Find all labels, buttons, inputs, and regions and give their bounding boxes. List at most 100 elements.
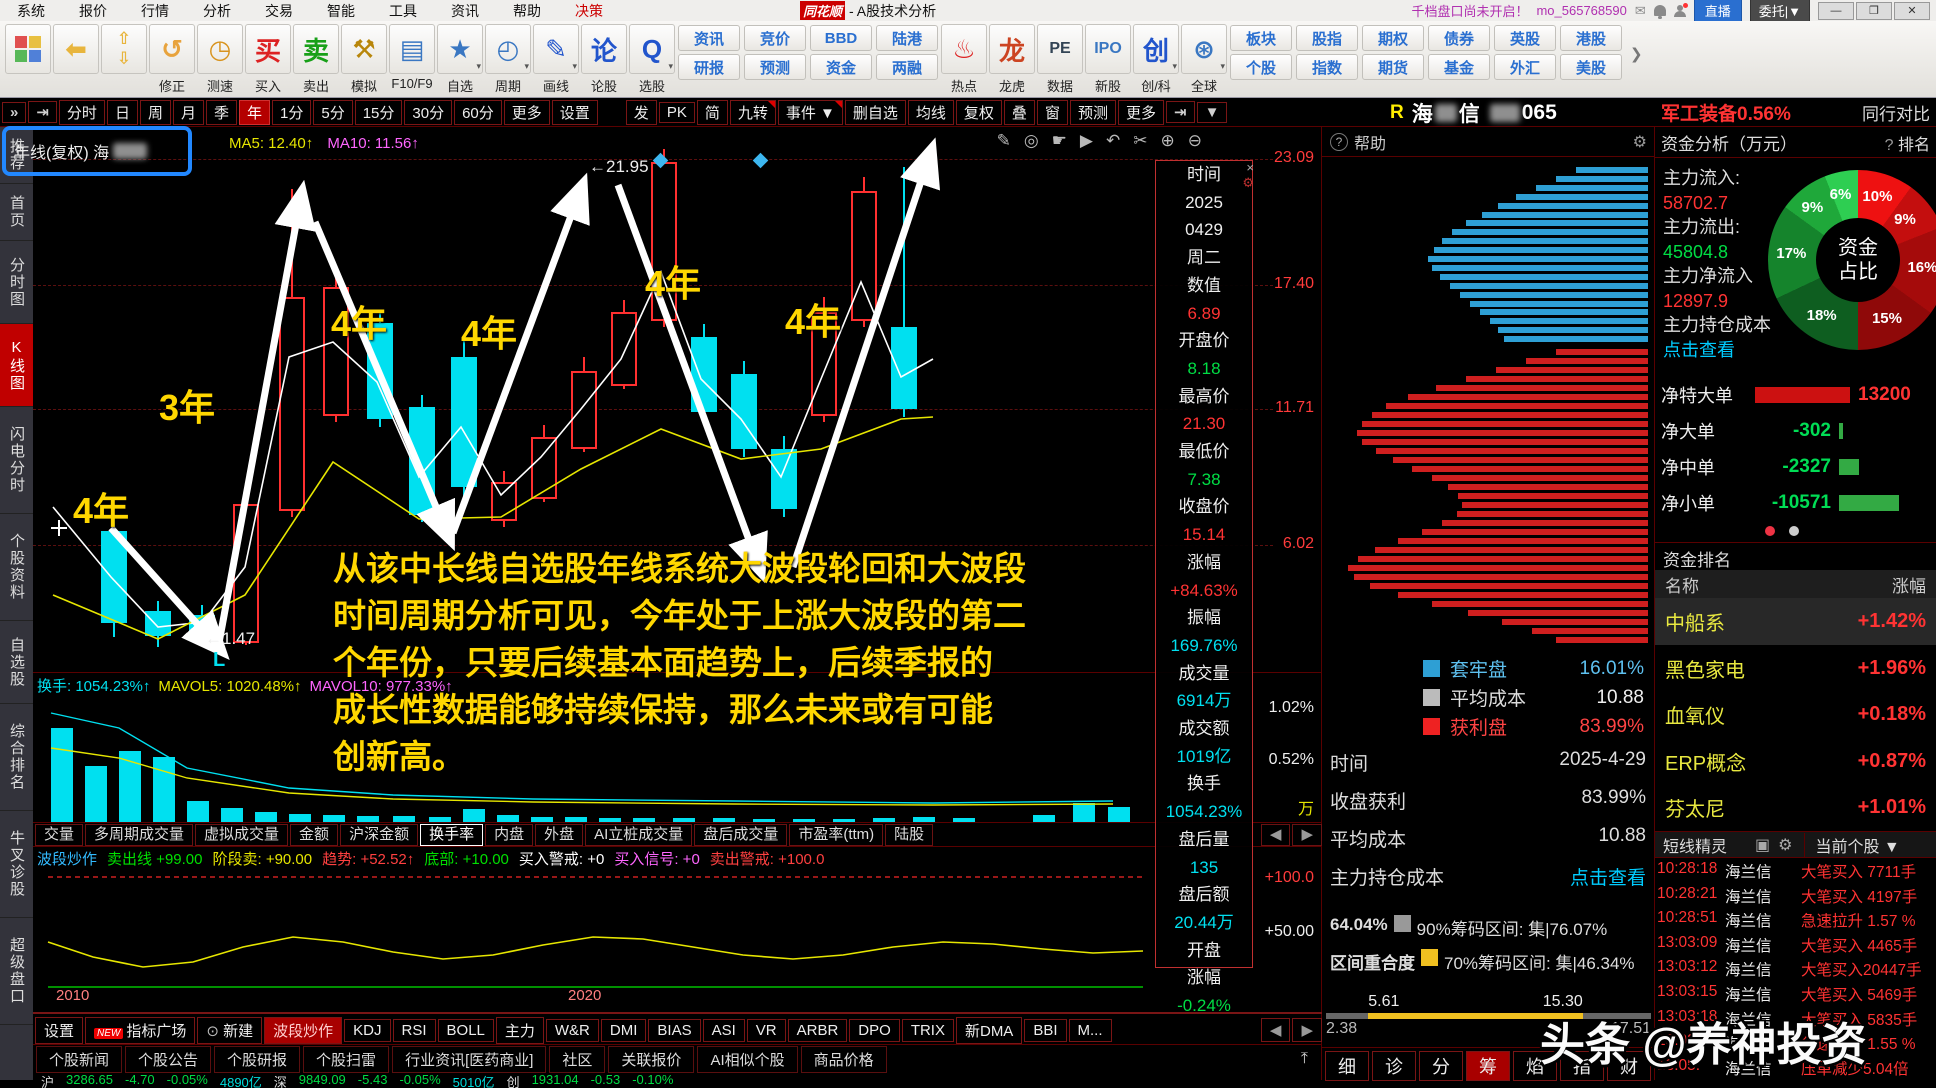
- sidebar-item-闪电分时[interactable]: 闪电分时: [0, 407, 33, 514]
- chart-option-PK[interactable]: PK: [659, 102, 695, 123]
- indicator-tab-BOLL[interactable]: BOLL: [438, 1019, 494, 1042]
- bottom-link-个股公告[interactable]: 个股公告: [125, 1046, 211, 1073]
- period-tab-1分[interactable]: 1分: [272, 100, 311, 125]
- help-label[interactable]: 帮助: [1354, 130, 1386, 154]
- menu-item-5[interactable]: 智能: [310, 1, 372, 21]
- scroll-right-icon[interactable]: ▶: [1292, 824, 1322, 846]
- indicator-tab-ASI[interactable]: ASI: [703, 1019, 745, 1042]
- bottom-link-个股扫雷[interactable]: 个股扫雷: [303, 1046, 389, 1073]
- period-tab-周[interactable]: 周: [140, 100, 171, 125]
- dragontiger-button[interactable]: 龙龙虎: [989, 24, 1035, 95]
- chart-option-均线[interactable]: 均线: [908, 100, 954, 125]
- collapse-icon[interactable]: »: [2, 102, 26, 123]
- period-tab-分时[interactable]: 分时: [59, 100, 105, 125]
- indicator-tab-BIAS[interactable]: BIAS: [648, 1019, 700, 1042]
- menu-item-2[interactable]: 行情: [124, 1, 186, 21]
- dot[interactable]: [1765, 526, 1775, 536]
- sprite-entry[interactable]: 10:28:51海兰信急速拉升 1.57 %: [1657, 909, 1936, 931]
- menu-item-3[interactable]: 分析: [186, 1, 248, 21]
- ranking-row[interactable]: ERP概念+0.87%: [1655, 738, 1936, 785]
- eye-icon[interactable]: ◎: [1024, 131, 1039, 151]
- chart-option-叠[interactable]: 叠: [1004, 100, 1035, 125]
- indicator-tab-M...[interactable]: M...: [1069, 1019, 1112, 1042]
- more-caret-icon[interactable]: ▼: [1197, 102, 1228, 123]
- chip-tab-分[interactable]: 分: [1419, 1051, 1463, 1081]
- period-tab-60分[interactable]: 60分: [454, 100, 502, 125]
- bottom-link-个股新闻[interactable]: 个股新闻: [36, 1046, 122, 1073]
- uk-forex-bottom-button[interactable]: 外汇: [1494, 54, 1556, 80]
- period-tab-日[interactable]: 日: [107, 100, 138, 125]
- indicator-tab-设置[interactable]: 设置: [35, 1017, 83, 1044]
- bonds-funds-top-button[interactable]: 债券: [1428, 25, 1490, 51]
- undo-icon[interactable]: ↶: [1106, 131, 1120, 151]
- sprite-entry[interactable]: 10:28:21海兰信大笔买入 4197手: [1657, 885, 1936, 907]
- indicator-tab-波段炒作[interactable]: 波段炒作: [264, 1017, 342, 1044]
- indicator-tab-DPO[interactable]: DPO: [849, 1019, 900, 1042]
- ranking-row[interactable]: 芬太尼+1.01%: [1655, 784, 1936, 831]
- bottom-link-商品价格[interactable]: 商品价格: [801, 1046, 887, 1073]
- help-icon[interactable]: ?: [1330, 133, 1348, 151]
- popout-icon[interactable]: ▣: [1755, 835, 1770, 855]
- ranking-col-名称[interactable]: 名称: [1665, 572, 1699, 597]
- tabs-scroll-right-icon[interactable]: ▶: [1292, 1018, 1322, 1042]
- menu-item-9[interactable]: 决策: [558, 1, 620, 21]
- menu-item-8[interactable]: 帮助: [496, 1, 558, 21]
- bottom-link-社区[interactable]: 社区: [549, 1046, 605, 1073]
- menu-item-6[interactable]: 工具: [372, 1, 434, 21]
- sidebar-item-牛叉诊股[interactable]: 牛叉诊股: [0, 811, 33, 918]
- window-controls[interactable]: —❐✕: [1818, 2, 1930, 20]
- scroll-left-icon[interactable]: ◀: [1261, 824, 1291, 846]
- toolbar-expand-icon[interactable]: ❯: [1630, 45, 1643, 63]
- live-button[interactable]: 直播: [1694, 0, 1742, 22]
- news-research-bottom-button[interactable]: 研报: [678, 54, 740, 80]
- speedtest-button[interactable]: ◷测速: [197, 24, 243, 95]
- volume-tab-AI立桩成交量[interactable]: AI立桩成交量: [585, 824, 692, 846]
- chart-option-预测[interactable]: 预测: [1070, 100, 1116, 125]
- f10-button[interactable]: ▤F10/F9: [389, 24, 435, 91]
- bonds-funds-bottom-button[interactable]: 基金: [1428, 54, 1490, 80]
- zoom-out-icon[interactable]: ⊖: [1188, 131, 1202, 151]
- indicator-pane[interactable]: 波段炒作卖出线 +99.00阶段卖: +90.00趋势: +52.52↑底部: …: [33, 846, 1322, 1006]
- minimize-button[interactable]: —: [1818, 2, 1854, 20]
- indicator-tab-新DMA[interactable]: 新DMA: [956, 1017, 1022, 1044]
- indicator-tab-新建[interactable]: ⊙ 新建: [197, 1017, 262, 1044]
- period-tab-30分[interactable]: 30分: [404, 100, 452, 125]
- bottom-link-关联报价[interactable]: 关联报价: [608, 1046, 694, 1073]
- chart-option-更多[interactable]: 更多: [1118, 100, 1164, 125]
- volume-tab-外盘[interactable]: 外盘: [535, 824, 583, 846]
- updown-icons[interactable]: ⇧⇩: [101, 24, 147, 76]
- volume-tab-金额[interactable]: 金额: [290, 824, 338, 846]
- period-tab-设置[interactable]: 设置: [552, 100, 598, 125]
- kline-pane[interactable]: 年线(复权) 海 MA5: 12.40↑ MA10: 11.56↑ ✎◎☛▶↶✂…: [33, 127, 1322, 672]
- drawline-button[interactable]: ✎▾画线: [533, 24, 579, 95]
- volume-tab-虚拟成交量[interactable]: 虚拟成交量: [195, 824, 288, 846]
- chart-option-事件 ▼[interactable]: 事件 ▼: [778, 100, 843, 125]
- sidebar-item-分时图[interactable]: 分时图: [0, 241, 33, 324]
- mail-icon[interactable]: ✉: [1635, 3, 1646, 19]
- forum-button[interactable]: 论论股: [581, 24, 627, 95]
- period-tab-年[interactable]: 年: [239, 100, 270, 125]
- menu-item-0[interactable]: 系统: [0, 1, 62, 21]
- sidebar-item-首页[interactable]: 首页: [0, 184, 33, 241]
- play-icon[interactable]: ▶: [1080, 131, 1093, 151]
- back-button[interactable]: ⬅: [53, 24, 99, 76]
- bell-icon[interactable]: [1654, 5, 1666, 16]
- jump-icon[interactable]: ⇥: [28, 101, 57, 123]
- indexfut-index-bottom-button[interactable]: 指数: [1296, 54, 1358, 80]
- period-tab-5分[interactable]: 5分: [313, 100, 352, 125]
- simulate-button[interactable]: ⚒模拟: [341, 24, 387, 95]
- ranking-row[interactable]: 黑色家电+1.96%: [1655, 645, 1936, 692]
- hk-us-bottom-button[interactable]: 美股: [1560, 54, 1622, 80]
- period-tab-15分[interactable]: 15分: [355, 100, 403, 125]
- pin-icon[interactable]: ⤒: [1301, 1050, 1308, 1068]
- global-button[interactable]: ⊛▾全球: [1181, 24, 1227, 95]
- volume-tab-内盘[interactable]: 内盘: [485, 824, 533, 846]
- indicator-tab-BBI[interactable]: BBI: [1024, 1019, 1066, 1042]
- pe-data-button[interactable]: PE数据: [1037, 24, 1083, 95]
- indicator-tab-W&R[interactable]: W&R: [546, 1019, 599, 1042]
- chuangke-button[interactable]: 创▾创/科: [1133, 24, 1179, 95]
- tabs-scroll-left-icon[interactable]: ◀: [1261, 1018, 1291, 1042]
- volume-tab-交量[interactable]: 交量: [35, 824, 83, 846]
- indicator-tab-VR[interactable]: VR: [747, 1019, 786, 1042]
- indicator-tab-RSI[interactable]: RSI: [393, 1019, 436, 1042]
